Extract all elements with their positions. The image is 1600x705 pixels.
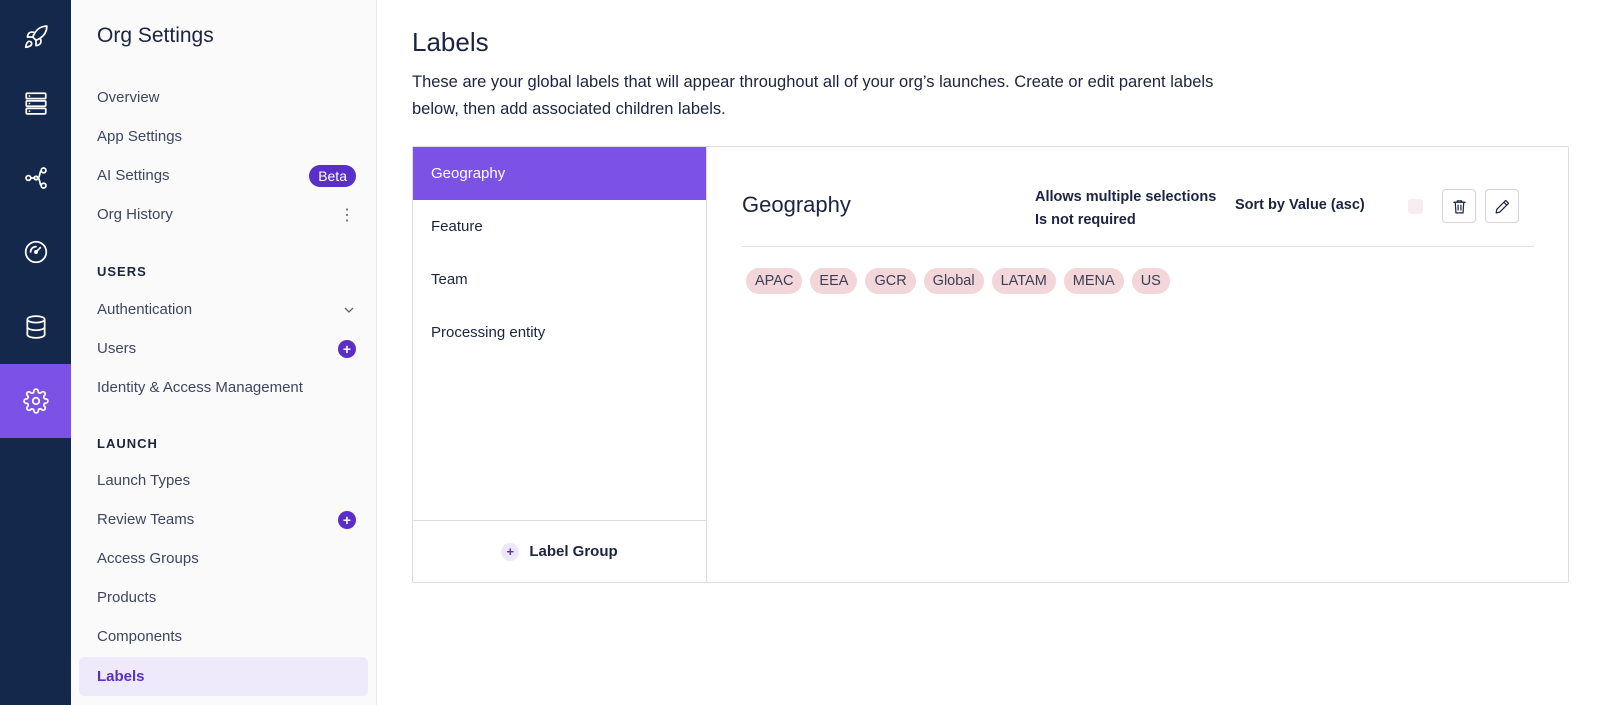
sidebar-item-label: Access Groups [97, 550, 199, 567]
rail-launches[interactable] [0, 0, 71, 74]
server-icon [24, 92, 47, 115]
label-chip[interactable]: US [1131, 268, 1170, 294]
label-group-item[interactable]: Feature [413, 200, 706, 253]
required-status: Is not required [1035, 212, 1136, 228]
label-chip[interactable]: GCR [865, 268, 916, 294]
section-users: USERS [97, 264, 147, 279]
sidebar-item-label: Products [97, 589, 157, 606]
label-group-list: Geography Feature Team Processing entity… [413, 147, 707, 582]
label-chips: APAC EEA GCR Global LATAM MENA US [746, 268, 1170, 294]
detail-settings: Allows multiple selections Is not requir… [1035, 186, 1216, 232]
sidebar-item-ai-settings[interactable]: AI Settings Beta [79, 156, 368, 195]
sidebar-item-review-teams[interactable]: Review Teams + [79, 500, 368, 539]
multi-select-status: Allows multiple selections [1035, 189, 1217, 205]
label-chip[interactable]: APAC [746, 268, 803, 294]
gear-icon [22, 388, 49, 414]
trash-icon [1452, 199, 1466, 213]
rail-services[interactable] [0, 66, 71, 140]
workflow-icon [24, 167, 47, 189]
label-group-item[interactable]: Processing entity [413, 306, 706, 359]
sidebar-title: Org Settings [97, 24, 214, 47]
sidebar-item-label: Org History [97, 206, 173, 223]
sidebar-item-label: Launch Types [97, 472, 191, 489]
label-chip[interactable]: EEA [810, 268, 858, 294]
label-group-detail: Geography Allows multiple selections Is … [707, 147, 1568, 582]
sidebar-item-launch-types[interactable]: Launch Types [79, 461, 368, 500]
detail-title: Geography [742, 192, 851, 217]
sidebar-item-label: App Settings [97, 128, 183, 145]
page-title: Labels [412, 27, 489, 57]
edit-button[interactable] [1485, 189, 1519, 223]
sidebar-item-label: AI Settings [97, 167, 170, 184]
sidebar-item-iam[interactable]: Identity & Access Management [79, 368, 368, 407]
sidebar-item-users[interactable]: Users + [79, 329, 368, 368]
dashboard-icon [24, 240, 47, 264]
rail-dashboard[interactable] [0, 215, 71, 289]
sidebar-item-labels[interactable]: Labels [79, 657, 368, 696]
pencil-icon [1495, 199, 1509, 213]
sidebar-item-access-groups[interactable]: Access Groups [79, 539, 368, 578]
beta-badge: Beta [309, 164, 356, 187]
label-group-item[interactable]: Team [413, 253, 706, 306]
sidebar-item-app-settings[interactable]: App Settings [79, 117, 368, 156]
detail-divider [742, 246, 1534, 247]
settings-sidebar: Org Settings Overview App Settings AI Se… [71, 0, 377, 705]
section-launch: LAUNCH [97, 436, 158, 451]
sidebar-item-label: Labels [97, 668, 145, 685]
sidebar-item-authentication[interactable]: Authentication [79, 290, 368, 329]
label-group-item[interactable]: Geography [413, 147, 706, 200]
sidebar-item-label: Identity & Access Management [97, 379, 303, 396]
label-chip[interactable]: Global [923, 268, 984, 294]
label-chip[interactable]: LATAM [991, 268, 1056, 294]
sort-order: Sort by Value (asc) [1235, 197, 1365, 213]
sidebar-item-label: Components [97, 628, 183, 645]
sidebar-item-org-history[interactable]: Org History ⋮ [79, 195, 368, 234]
sidebar-item-label: Overview [97, 89, 160, 106]
sidebar-item-overview[interactable]: Overview [79, 78, 368, 117]
sidebar-item-components[interactable]: Components [79, 617, 368, 656]
rocket-icon [24, 25, 48, 49]
sidebar-item-products[interactable]: Products [79, 578, 368, 617]
rail-settings[interactable] [0, 364, 71, 438]
plus-icon: + [501, 542, 520, 561]
kebab-menu-icon[interactable]: ⋮ [338, 205, 356, 225]
add-review-team-icon[interactable]: + [338, 510, 356, 529]
page-description: These are your global labels that will a… [412, 73, 1214, 118]
delete-button[interactable] [1442, 189, 1476, 223]
sidebar-item-label: Users [97, 340, 137, 357]
database-icon [25, 315, 46, 339]
rail-data[interactable] [0, 290, 71, 364]
labels-panel: Geography Feature Team Processing entity… [412, 146, 1569, 583]
add-label-group-button[interactable]: + Label Group [413, 520, 706, 582]
add-user-icon[interactable]: + [338, 339, 356, 358]
rail-workflows[interactable] [0, 141, 71, 215]
sidebar-item-label: Review Teams [97, 511, 195, 528]
main-content: Labels These are your global labels that… [377, 0, 1600, 705]
sidebar-item-label: Authentication [97, 301, 193, 318]
color-swatch [1408, 199, 1423, 214]
icon-rail [0, 0, 71, 705]
label-chip[interactable]: MENA [1063, 268, 1124, 294]
chevron-down-icon[interactable] [342, 303, 356, 317]
add-label-group-label: Label Group [529, 543, 618, 560]
